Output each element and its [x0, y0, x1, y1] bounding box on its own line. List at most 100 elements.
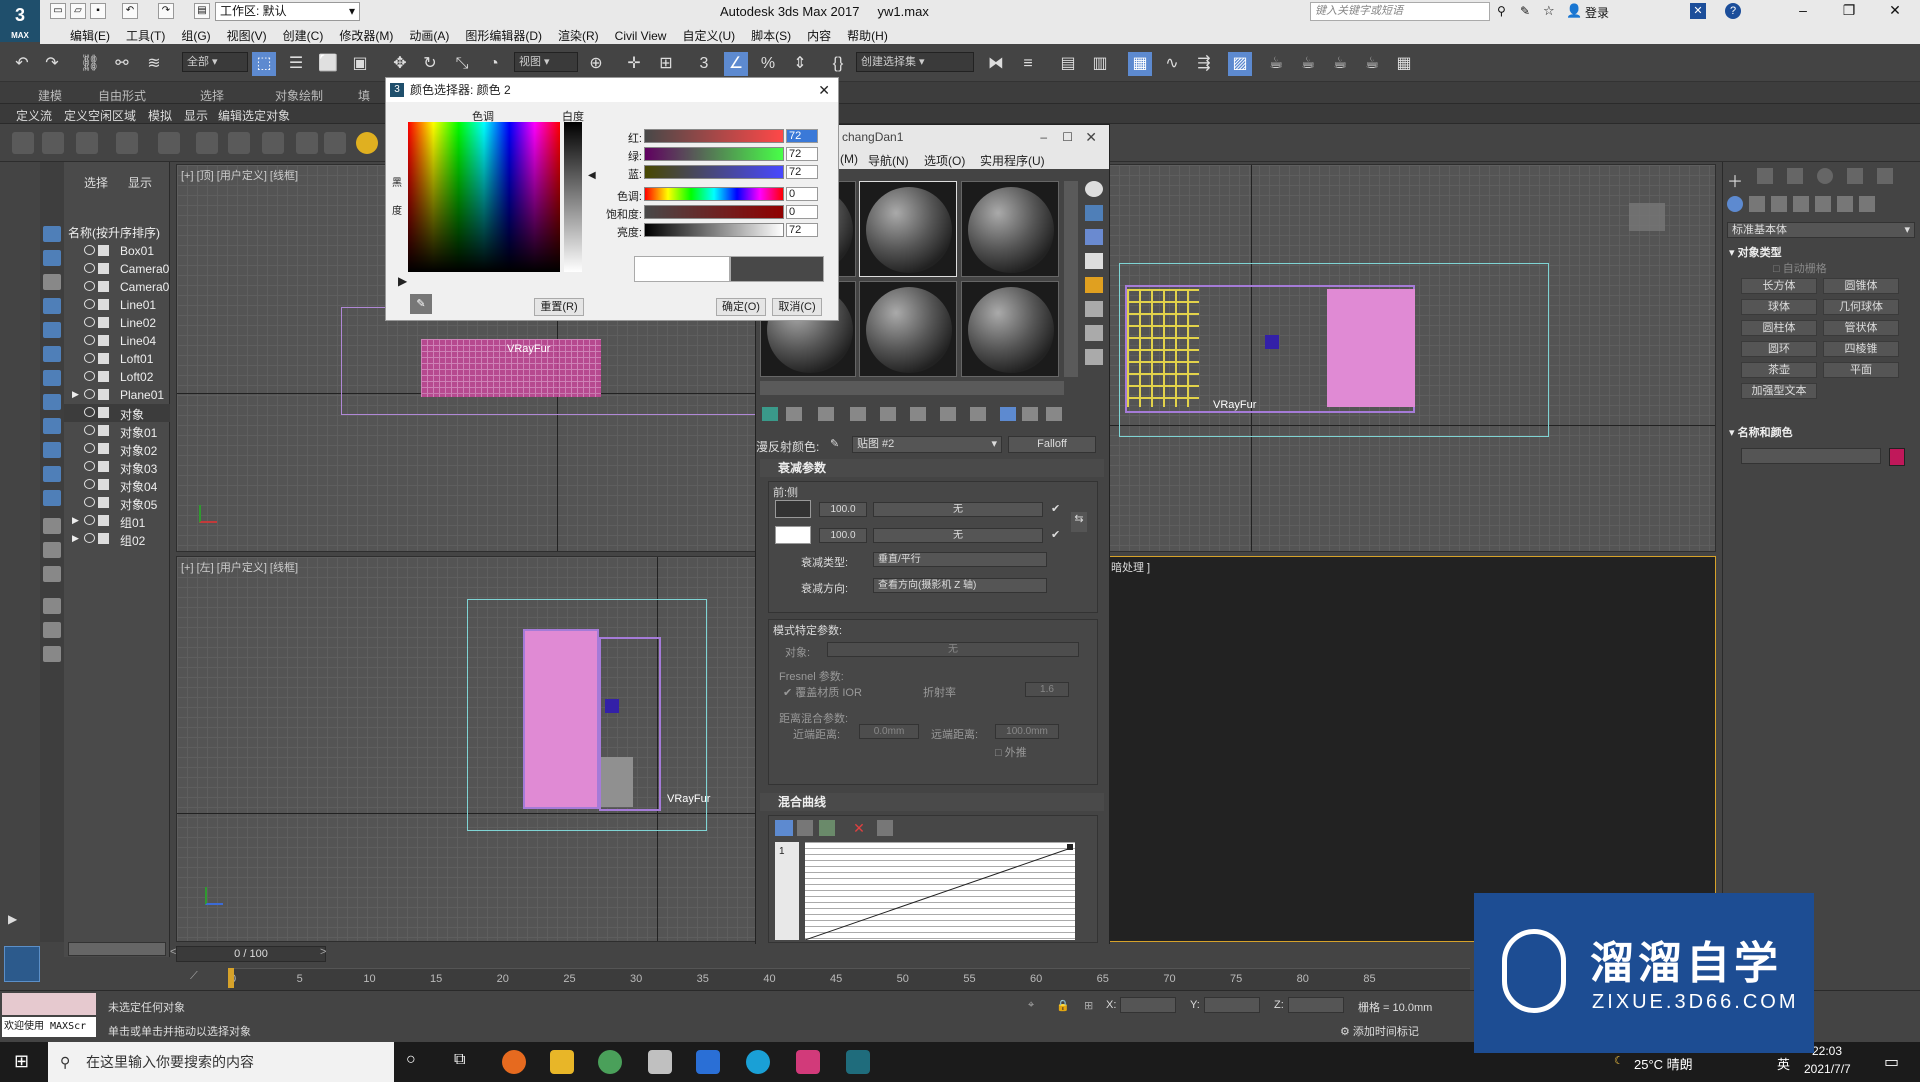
display-hidden-icon[interactable]	[43, 490, 61, 506]
teapot-icon[interactable]	[12, 132, 34, 154]
toggle-ribbon-icon[interactable]: ▥	[1088, 52, 1112, 76]
sample-slot[interactable]	[859, 281, 957, 377]
scene-item[interactable]: Loft01	[64, 350, 170, 368]
red-value[interactable]: 72	[786, 129, 818, 143]
front-amount-spinner[interactable]: 100.0	[819, 502, 867, 517]
render-cloud-icon[interactable]: ▦	[1392, 52, 1416, 76]
material-editor-icon[interactable]: ⇶	[1192, 52, 1216, 76]
menu-content[interactable]: 内容	[799, 24, 839, 44]
map-type-button[interactable]: Falloff	[1008, 436, 1096, 453]
fish-icon[interactable]	[158, 132, 180, 154]
expand-arrow-icon[interactable]: ▶	[72, 533, 79, 544]
side-color-swatch[interactable]	[775, 526, 811, 544]
subtab-simulate[interactable]: 模拟	[148, 107, 172, 124]
reference-coord-dropdown[interactable]: 视图 ▾	[514, 52, 578, 72]
saturation-slider[interactable]	[644, 205, 784, 219]
scene-item[interactable]: Line02	[64, 314, 170, 332]
display-groups-icon[interactable]	[43, 370, 61, 386]
sample-slot[interactable]	[961, 281, 1059, 377]
z-coord-field[interactable]	[1288, 997, 1344, 1013]
display-spacewarps-icon[interactable]	[43, 346, 61, 362]
material-id-icon[interactable]	[940, 407, 956, 421]
windows-start-icon[interactable]: ⊞	[14, 1051, 29, 1072]
layer-explorer-icon[interactable]: ▤	[1056, 52, 1080, 76]
menu-navigation[interactable]: 导航(N)	[868, 152, 909, 169]
scene-item[interactable]: ▶ 组01	[64, 512, 170, 530]
geometry-icon[interactable]	[1727, 196, 1743, 212]
red-slider[interactable]	[644, 129, 784, 143]
chair-object[interactable]	[601, 757, 633, 807]
autogrid-checkbox[interactable]: □ 自动栅格	[1773, 260, 1827, 276]
delete-point-icon[interactable]: ✕	[851, 820, 867, 836]
helpers-icon[interactable]	[1815, 196, 1831, 212]
scene-item[interactable]: ▶ 组02	[64, 530, 170, 548]
explorer-column-header[interactable]: 名称(按升序排序)	[68, 224, 160, 241]
star-icon[interactable]: ☆	[1543, 3, 1555, 19]
close-button[interactable]: ✕	[1085, 125, 1097, 149]
saturation-value[interactable]: 0	[786, 205, 818, 219]
display-invert-icon[interactable]	[43, 566, 61, 582]
near-distance-spinner[interactable]: 0.0mm	[859, 724, 919, 739]
tools-icon[interactable]: ✎	[1520, 4, 1530, 18]
app-icon[interactable]	[796, 1050, 820, 1074]
blackness-arrow-icon[interactable]: ▶	[398, 274, 407, 288]
options-icon[interactable]	[1085, 325, 1103, 341]
eyedropper-icon[interactable]: ✎	[410, 294, 432, 314]
maximize-button[interactable]: ❐	[1834, 2, 1864, 19]
visibility-eye-icon[interactable]	[84, 497, 95, 507]
maxscript-listener-pink[interactable]	[2, 993, 96, 1015]
assign-material-icon[interactable]	[786, 407, 802, 421]
rollout-curve-header[interactable]: 混合曲线	[760, 793, 1104, 811]
undo-icon[interactable]: ↶	[10, 52, 34, 76]
move-point-icon[interactable]	[775, 820, 793, 836]
backlight-icon[interactable]	[1085, 205, 1103, 221]
rendered-frame-icon[interactable]: ☕	[1264, 52, 1288, 76]
display-none-icon[interactable]	[43, 542, 61, 558]
scene-item[interactable]: 对象03	[64, 458, 170, 476]
scene-item[interactable]: Line04	[64, 332, 170, 350]
object-type-header[interactable]: ▾ 对象类型	[1729, 244, 1782, 260]
cloud-icon[interactable]	[42, 132, 64, 154]
curve-editor-icon[interactable]: ▦	[1128, 52, 1152, 76]
menu-options[interactable]: 选项(O)	[924, 152, 965, 169]
ior-spinner[interactable]: 1.6	[1025, 682, 1069, 697]
time-slider[interactable]: 0 / 100	[176, 946, 326, 962]
x-coord-field[interactable]	[1120, 997, 1176, 1013]
bind-spacewarp-icon[interactable]: ≋	[142, 52, 166, 76]
display-bones-icon[interactable]	[43, 418, 61, 434]
box-button[interactable]: 长方体	[1741, 278, 1817, 294]
side-amount-spinner[interactable]: 100.0	[819, 528, 867, 543]
visibility-eye-icon[interactable]	[84, 461, 95, 471]
scene-item[interactable]: Box01	[64, 242, 170, 260]
notification-icon[interactable]: ▭	[1884, 1052, 1899, 1072]
rollout-falloff-header[interactable]: 衰减参数	[760, 459, 1104, 477]
cylinder-button[interactable]: 圆柱体	[1741, 320, 1817, 336]
tab-modeling[interactable]: 建模	[38, 87, 62, 104]
put-to-library-icon[interactable]	[910, 407, 926, 421]
visibility-eye-icon[interactable]	[84, 299, 95, 309]
hue-value[interactable]: 0	[786, 187, 818, 201]
sample-type-icon[interactable]	[1085, 181, 1103, 197]
show-end-result-icon[interactable]	[1000, 407, 1016, 421]
open-file-icon[interactable]: ▱	[70, 3, 86, 19]
go-to-parent-icon[interactable]	[1022, 407, 1038, 421]
curve-graph[interactable]	[805, 842, 1075, 940]
scene-item[interactable]: Camera0	[64, 278, 170, 296]
funnel-icon[interactable]	[43, 622, 61, 638]
whiteness-arrow-icon[interactable]: ◀	[588, 170, 596, 181]
edge-icon[interactable]	[746, 1050, 770, 1074]
go-forward-sibling-icon[interactable]	[1046, 407, 1062, 421]
menu-material[interactable]: (M)	[840, 152, 858, 166]
object-name-input[interactable]	[1741, 448, 1881, 464]
slots-hscrollbar[interactable]	[760, 381, 1064, 395]
visibility-eye-icon[interactable]	[84, 335, 95, 345]
modify-tab-icon[interactable]	[1757, 168, 1773, 184]
3dsmax-taskbar-icon[interactable]	[846, 1050, 870, 1074]
render-iterative-icon[interactable]: ☕	[1328, 52, 1352, 76]
key-mode-icon[interactable]: ⟋	[190, 970, 198, 983]
side-map-button[interactable]: 无	[873, 528, 1043, 543]
login-link[interactable]: 登录	[1585, 4, 1609, 21]
current-frame-marker[interactable]	[228, 968, 234, 988]
clock-time[interactable]: 22:03	[1812, 1044, 1842, 1058]
whiteness-bar[interactable]	[564, 122, 582, 272]
